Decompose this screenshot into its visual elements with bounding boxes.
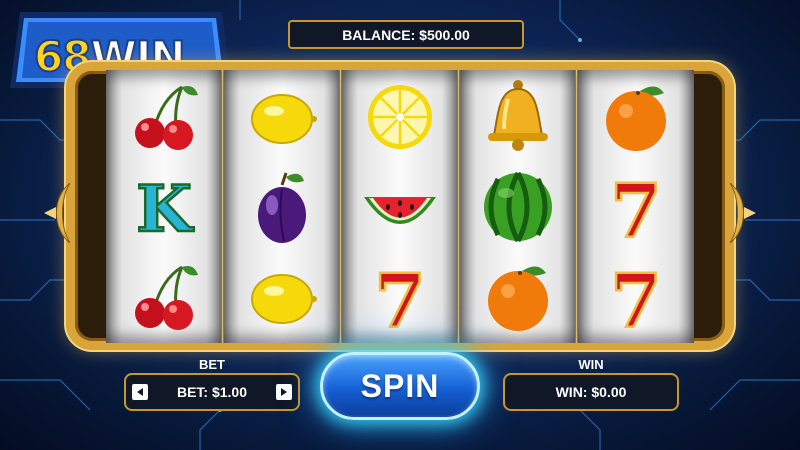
letter-k-icon: K: [106, 162, 222, 252]
reel-2: [224, 70, 342, 343]
arrow-left-icon: [137, 388, 143, 396]
svg-text:7: 7: [610, 259, 662, 337]
bet-value: BET: $1.00: [176, 384, 248, 400]
bet-panel: BET: $1.00: [124, 373, 300, 411]
bet-increase-button[interactable]: [275, 384, 292, 400]
arrow-right-icon: [280, 388, 287, 396]
win-display: WIN: $0.00: [503, 373, 679, 411]
reel-1: K: [106, 70, 224, 343]
frame-ornament-right-icon: [730, 183, 756, 243]
seven-icon: 7: [578, 162, 694, 252]
reels-area: K 7 7 7: [105, 70, 695, 343]
plum-icon: [224, 162, 340, 252]
watermelon-slice-icon: [342, 162, 458, 252]
bet-heading: BET: [199, 357, 225, 372]
watermelon-icon: [460, 162, 576, 252]
lemon-slice-icon: [342, 72, 458, 162]
balance-display: BALANCE: $500.00: [288, 20, 524, 49]
bet-decrease-button[interactable]: [132, 384, 148, 400]
orange-icon: [578, 72, 694, 162]
cherries-icon: [106, 252, 222, 342]
lemon-icon: [224, 72, 340, 162]
seven-icon: 7: [342, 252, 458, 342]
lemon-icon: [224, 252, 340, 342]
spin-button[interactable]: SPIN: [320, 352, 480, 420]
frame-ornament-left-icon: [44, 183, 70, 243]
orange-icon: [460, 252, 576, 342]
seven-icon: 7: [578, 252, 694, 342]
reel-3: 7: [342, 70, 460, 343]
svg-text:K: K: [136, 172, 194, 247]
reel-4: [460, 70, 578, 343]
bell-icon: [460, 72, 576, 162]
win-heading: WIN: [578, 357, 604, 372]
cherries-icon: [106, 72, 222, 162]
svg-text:7: 7: [374, 259, 426, 337]
reel-5: 7 7: [578, 70, 694, 343]
svg-text:7: 7: [610, 169, 662, 247]
